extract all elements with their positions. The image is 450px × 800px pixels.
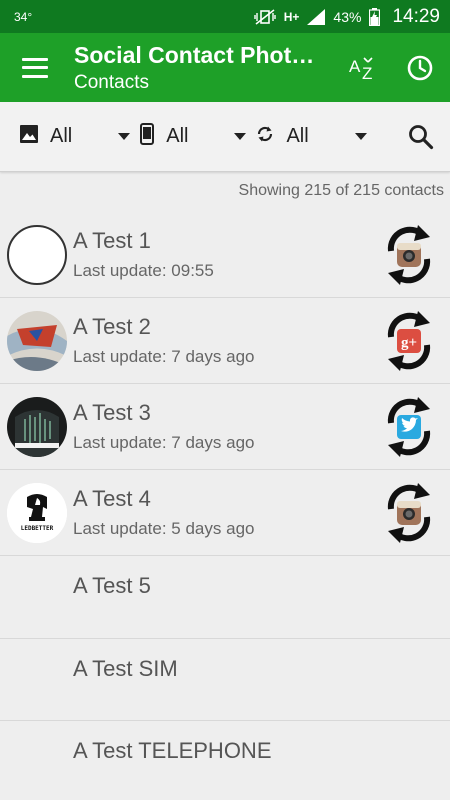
twitter-sync-icon[interactable] [382, 393, 436, 461]
phone-icon [140, 123, 155, 150]
chevron-down-icon [234, 133, 247, 140]
photo-filter-dropdown[interactable]: All [20, 125, 131, 148]
filter-bar: All All All [0, 102, 450, 172]
clock-time: 14:29 [392, 5, 440, 27]
image-icon [20, 125, 38, 148]
contact-name: A Test 3 [73, 400, 151, 425]
svg-text:Z: Z [362, 64, 372, 81]
avatar [7, 396, 67, 457]
instagram-sync-icon[interactable] [382, 221, 436, 289]
list-item[interactable]: LEDBETTER A Test 4 Last update: 5 days a… [0, 470, 450, 556]
contact-name: A Test SIM [73, 656, 178, 681]
network-type-text: H+ [283, 9, 300, 24]
screen-subtitle: Contacts [74, 71, 149, 93]
last-update-text: Last update: 7 days ago [73, 347, 255, 366]
vibrate-mute-icon [254, 8, 276, 25]
chevron-down-icon [354, 133, 367, 140]
contact-name: A Test 5 [73, 573, 151, 598]
phone-filter-label: All [166, 125, 189, 147]
contacts-count: Showing 215 of 215 contacts [238, 182, 444, 199]
app-bar: Social Contact Phot… Contacts A Z [0, 33, 450, 102]
contact-name: A Test 1 [73, 228, 151, 253]
list-item[interactable]: A Test 2 Last update: 7 days ago g+ [0, 298, 450, 384]
last-update-text: Last update: 09:55 [73, 261, 214, 280]
avatar-logo-text: LEDBETTER [21, 525, 54, 532]
search-icon[interactable] [408, 124, 434, 150]
last-update-text: Last update: 7 days ago [73, 433, 255, 452]
phone-filter-dropdown[interactable]: All [140, 123, 247, 150]
avatar [7, 224, 67, 285]
contact-name: A Test 4 [73, 486, 151, 511]
avatar [7, 310, 67, 371]
sync-filter-label: All [286, 125, 309, 147]
contact-name: A Test TELEPHONE [73, 738, 272, 763]
last-update-text: Last update: 5 days ago [73, 519, 255, 538]
menu-icon[interactable] [22, 57, 48, 78]
status-bar: 34° H+ 43% 14:29 [0, 0, 450, 33]
app-title: Social Contact Phot… [74, 41, 315, 68]
sync-filter-dropdown[interactable]: All [256, 125, 367, 148]
battery-percent-text: 43% [333, 8, 362, 25]
chevron-down-icon [118, 133, 131, 140]
list-item[interactable]: A Test 3 Last update: 7 days ago [0, 384, 450, 470]
instagram-sync-icon[interactable] [382, 479, 436, 547]
list-item[interactable]: A Test TELEPHONE [0, 721, 450, 800]
list-item[interactable]: A Test SIM [0, 639, 450, 721]
contact-list: A Test 1 Last update: 09:55 A Test 2 Las… [0, 212, 450, 800]
svg-text:g+: g+ [401, 335, 417, 351]
list-item[interactable]: A Test 1 Last update: 09:55 [0, 212, 450, 298]
clock-icon[interactable] [406, 54, 434, 82]
avatar: LEDBETTER [7, 482, 67, 543]
contact-name: A Test 2 [73, 314, 151, 339]
list-item[interactable]: A Test 5 [0, 556, 450, 639]
photo-filter-label: All [50, 125, 73, 147]
temperature-text: 34° [14, 9, 33, 24]
battery-charging-icon [369, 7, 381, 26]
svg-text:A: A [349, 57, 361, 76]
sync-icon [256, 125, 274, 148]
signal-icon [307, 8, 326, 25]
az-sort-icon[interactable]: A Z [348, 55, 376, 81]
google-plus-sync-icon[interactable]: g+ [382, 307, 436, 375]
